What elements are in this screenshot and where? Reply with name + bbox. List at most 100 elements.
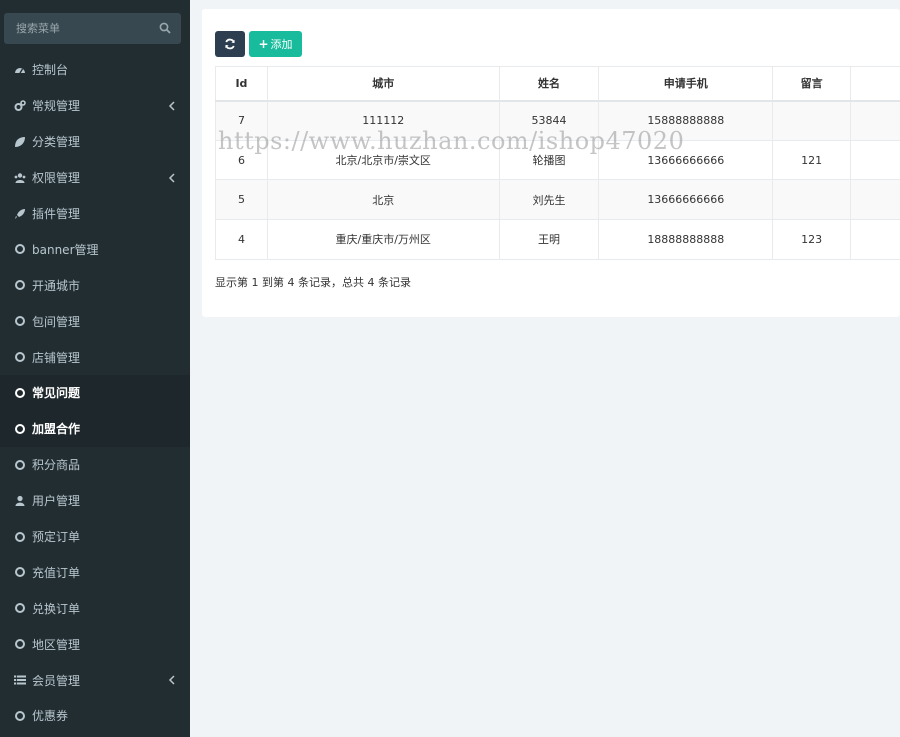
sidebar-item[interactable]: 用户管理 xyxy=(0,483,190,519)
table-row[interactable]: 4 重庆/重庆市/万州区 王明 18888888888 123 xyxy=(215,219,900,260)
sidebar-item-label: 权限管理 xyxy=(32,171,81,186)
circle-icon xyxy=(14,351,26,363)
circle-icon xyxy=(14,387,26,399)
cell-id: 4 xyxy=(215,219,268,260)
cell-operation xyxy=(850,219,900,260)
plus-icon: + xyxy=(258,37,269,51)
sidebar-menu: 控制台常规管理分类管理权限管理插件管理 banner管理 开通城市包间管理店铺管理常… xyxy=(0,52,190,734)
cell-phone: 15888888888 xyxy=(598,100,774,141)
search-icon[interactable] xyxy=(159,22,171,34)
sidebar-item-label: 插件管理 xyxy=(32,207,81,221)
sidebar-item-label: 会员管理 xyxy=(32,673,81,688)
circle-icon xyxy=(14,710,26,722)
sidebar-item-label: 常见问题 xyxy=(32,386,81,401)
chevron-left-icon xyxy=(168,101,175,111)
refresh-button[interactable] xyxy=(215,31,245,57)
circle-icon xyxy=(14,566,26,578)
cell-city: 北京 xyxy=(266,179,500,221)
sidebar-item[interactable]: 加盟合作 xyxy=(0,410,190,447)
sidebar-item[interactable]: 积分商品 xyxy=(0,447,190,483)
menu-search-box xyxy=(4,13,181,44)
cell-city: 重庆/重庆市/万州区 xyxy=(266,219,500,260)
sidebar-item-label: 常规管理 xyxy=(32,99,81,114)
cell-name: 轮播图 xyxy=(498,139,600,181)
sidebar-item[interactable]: 会员管理 xyxy=(0,662,190,698)
header-phone[interactable]: 申请手机 xyxy=(598,66,774,102)
cell-phone: 18888888888 xyxy=(598,219,774,260)
sidebar-item[interactable]: 优惠券 xyxy=(0,698,190,734)
cell-name: 刘先生 xyxy=(498,179,600,221)
refresh-icon xyxy=(225,38,235,50)
sidebar-item-label: 加盟合作 xyxy=(32,422,81,437)
sidebar-item-label: 控制台 xyxy=(32,63,69,78)
cell-name: 53844 xyxy=(498,100,600,141)
sidebar-item[interactable]: 控制台 xyxy=(0,52,190,88)
cell-operation xyxy=(850,179,900,221)
sidebar-item-label: banner管理 xyxy=(32,242,99,257)
sidebar-item-label: 优惠券 xyxy=(32,709,69,724)
header-name[interactable]: 姓名 xyxy=(498,66,600,102)
table-row[interactable]: 5 北京 刘先生 13666666666 xyxy=(215,179,900,221)
sidebar-item-label: 预定订单 xyxy=(32,530,81,545)
circle-icon xyxy=(14,423,26,435)
rocket-icon xyxy=(14,208,26,220)
sidebar-item-label: 地区管理 xyxy=(32,637,81,652)
cell-operation xyxy=(850,100,900,141)
circle-icon xyxy=(14,315,26,327)
records-table: Id 城市 姓名 申请手机 留言 7 111112 53844 15888888888… xyxy=(215,66,900,260)
sidebar-item[interactable]: 权限管理 xyxy=(0,160,190,196)
pagination-summary: 显示第 1 到第 4 条记录，总共 4 条记录 xyxy=(215,276,411,289)
table-row[interactable]: 7 111112 53844 15888888888 xyxy=(215,100,900,141)
add-button[interactable]: + 添加 xyxy=(249,31,302,57)
header-city[interactable]: 城市 xyxy=(266,66,500,102)
header-id[interactable]: Id xyxy=(215,66,268,102)
sidebar-item[interactable]: 兑换订单 xyxy=(0,590,190,626)
sidebar-item[interactable]: 开通城市 xyxy=(0,267,190,303)
cell-city: 111112 xyxy=(266,100,500,141)
circle-icon xyxy=(14,243,26,255)
cogs-icon xyxy=(14,100,26,112)
sidebar-item-label: 兑换订单 xyxy=(32,601,81,616)
content-panel: + 添加 Id 城市 姓名 申请手机 留言 7 111112 53844 158888… xyxy=(202,9,900,317)
cell-message: 123 xyxy=(772,219,852,260)
sidebar-item[interactable]: 常见问题 xyxy=(0,375,190,411)
menu-search-input[interactable] xyxy=(4,13,154,44)
sidebar-item[interactable]: 充值订单 xyxy=(0,554,190,590)
user-icon xyxy=(14,495,26,507)
sidebar-item-label: 充值订单 xyxy=(32,565,81,580)
chevron-left-icon xyxy=(168,675,175,685)
sidebar-item[interactable]: 常规管理 xyxy=(0,88,190,124)
cell-message xyxy=(772,179,852,221)
circle-icon xyxy=(14,602,26,614)
header-message[interactable]: 留言 xyxy=(772,66,852,102)
cell-id: 7 xyxy=(215,100,268,141)
sidebar-item-label: 用户管理 xyxy=(32,494,81,509)
chevron-left-icon xyxy=(168,173,175,183)
cell-message xyxy=(772,100,852,141)
list-icon xyxy=(14,674,26,686)
sidebar: 控制台常规管理分类管理权限管理插件管理 banner管理开通城市包间管理店铺管理常… xyxy=(0,0,190,737)
sidebar-item-label: 店铺管理 xyxy=(32,350,81,365)
cell-city: 北京/北京市/崇文区 xyxy=(266,139,500,181)
sidebar-item[interactable]: 店铺管理 xyxy=(0,339,190,375)
table-row[interactable]: 6 北京/北京市/崇文区 轮播图 13666666666 121 xyxy=(215,139,900,181)
sidebar-item[interactable]: 分类管理 xyxy=(0,124,190,160)
header-operation xyxy=(850,66,900,102)
circle-icon xyxy=(14,531,26,543)
cell-id: 6 xyxy=(215,139,268,181)
table-header-row: Id 城市 姓名 申请手机 留言 xyxy=(215,66,900,102)
cell-name: 王明 xyxy=(498,219,600,260)
sidebar-item-label: 开通城市 xyxy=(32,278,81,293)
dashboard-icon xyxy=(14,64,26,76)
sidebar-item[interactable]: banner管理 xyxy=(0,231,190,267)
sidebar-item[interactable]: 包间管理 xyxy=(0,303,190,339)
circle-icon xyxy=(14,638,26,650)
cell-phone: 13666666666 xyxy=(598,179,774,221)
sidebar-item-label: 积分商品 xyxy=(32,458,81,473)
sidebar-item[interactable]: 预定订单 xyxy=(0,519,190,555)
sidebar-item[interactable]: 地区管理 xyxy=(0,626,190,662)
sidebar-item[interactable]: 插件管理 xyxy=(0,196,190,232)
circle-icon xyxy=(14,279,26,291)
add-button-label: 添加 xyxy=(270,38,293,51)
leaf-icon xyxy=(14,136,26,148)
